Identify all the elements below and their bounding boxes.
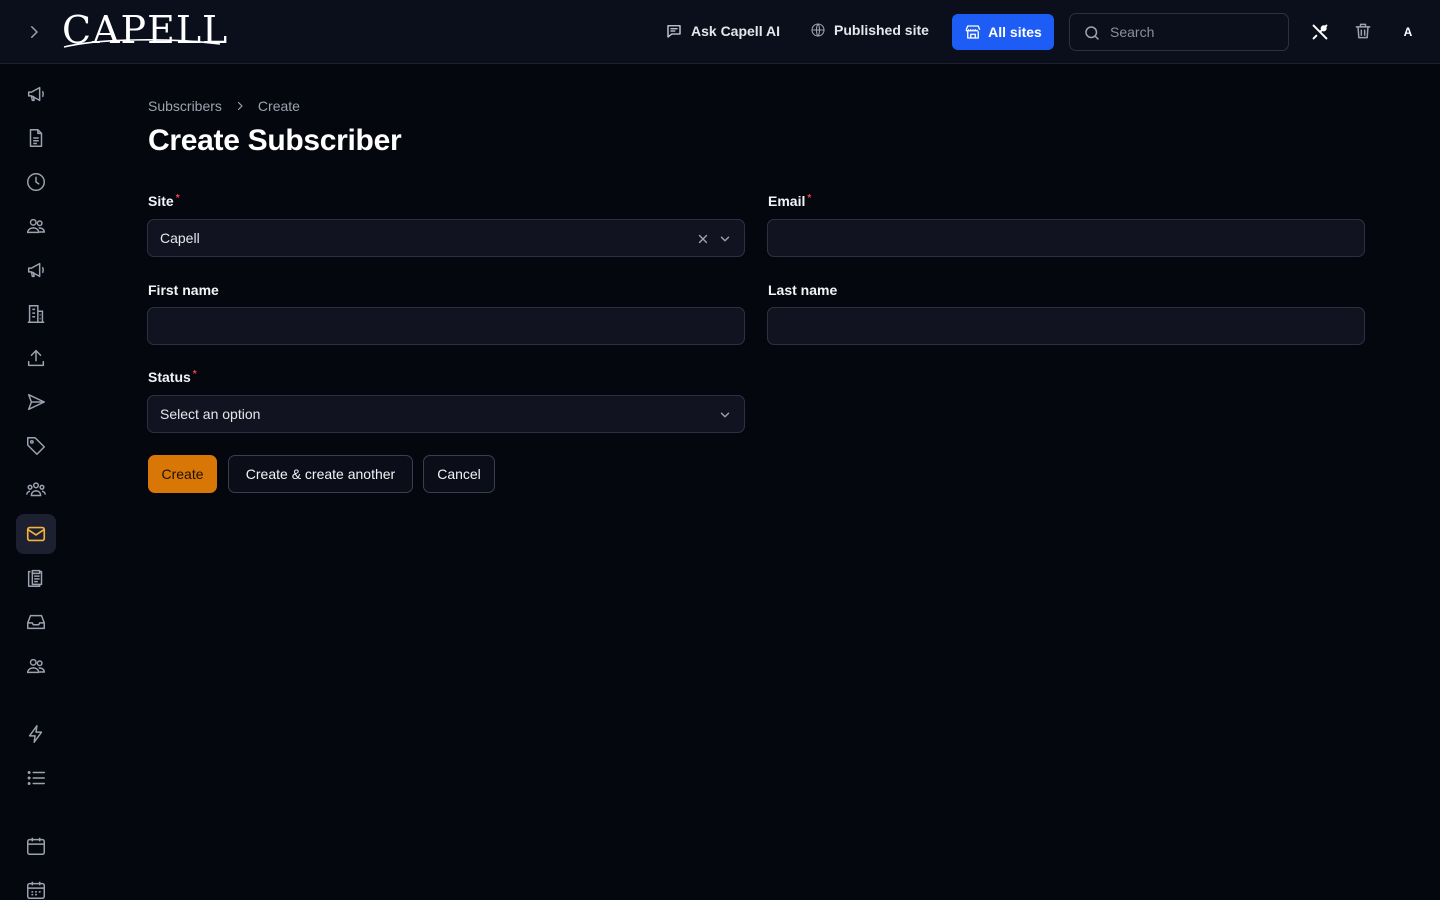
nav-history[interactable]	[16, 162, 56, 202]
breadcrumb-subscribers[interactable]: Subscribers	[148, 98, 222, 114]
nav-subscribers[interactable]	[16, 514, 56, 554]
first-name-label: First name	[148, 282, 219, 298]
tools-button[interactable]	[1309, 21, 1331, 43]
email-label-text: Email	[768, 193, 806, 209]
nav-announcements[interactable]	[16, 74, 56, 114]
nav-forms[interactable]	[16, 558, 56, 598]
published-site-link[interactable]: Published site	[810, 22, 929, 38]
site-label-text: Site	[148, 193, 174, 209]
site-select-value: Capell	[160, 230, 200, 246]
nav-calendar[interactable]	[16, 826, 56, 866]
inbox-icon	[27, 614, 45, 630]
clock-icon	[27, 173, 45, 191]
clear-icon[interactable]	[696, 232, 710, 246]
chevron-down-icon	[720, 236, 730, 242]
chevron-down-icon	[720, 412, 730, 418]
envelope-icon	[26, 526, 46, 542]
document-icon	[29, 129, 43, 147]
calendar-icon	[27, 837, 45, 855]
breadcrumb-create: Create	[257, 98, 300, 114]
nav-send[interactable]	[16, 382, 56, 422]
trash-icon	[1355, 23, 1371, 39]
users-icon	[27, 218, 45, 234]
first-name-field[interactable]	[147, 307, 745, 345]
nav-tags[interactable]	[16, 426, 56, 466]
global-search[interactable]	[1069, 13, 1289, 51]
storefront-icon	[965, 25, 981, 39]
logo-swoosh-icon	[63, 39, 221, 48]
last-name-label: Last name	[768, 282, 838, 298]
nav-campaigns[interactable]	[16, 250, 56, 290]
megaphone-icon	[27, 86, 44, 102]
chevron-right-icon	[31, 26, 38, 38]
last-name-field[interactable]	[767, 307, 1365, 345]
status-label-text: Status	[148, 369, 191, 385]
globe-icon	[811, 23, 825, 37]
sidebar	[0, 64, 72, 900]
trash-button[interactable]	[1353, 21, 1375, 43]
nav-pages[interactable]	[16, 118, 56, 158]
search-icon	[1085, 26, 1099, 40]
nav-groups[interactable]	[16, 470, 56, 510]
nav-events[interactable]	[16, 870, 56, 900]
nav-inbox[interactable]	[16, 602, 56, 642]
nav-users[interactable]	[16, 206, 56, 246]
calendar-days-icon	[27, 881, 45, 899]
email-field[interactable]	[767, 219, 1365, 257]
page-title: Create Subscriber	[148, 124, 402, 157]
cancel-button[interactable]: Cancel	[423, 455, 495, 493]
chevron-right-icon	[237, 101, 243, 111]
megaphone-icon	[27, 262, 44, 278]
ask-ai-link[interactable]: Ask Capell AI	[665, 22, 780, 40]
wrench-screwdriver-icon	[1312, 24, 1328, 40]
site-label: Site *	[148, 193, 180, 209]
status-label: Status *	[148, 369, 197, 385]
nav-uploads[interactable]	[16, 338, 56, 378]
bolt-icon	[28, 725, 43, 743]
search-input[interactable]	[1110, 24, 1270, 40]
create-another-button[interactable]: Create & create another	[228, 455, 413, 493]
expand-sidebar-button[interactable]	[20, 18, 48, 46]
site-select[interactable]: Capell	[147, 219, 745, 257]
email-label: Email *	[768, 193, 811, 209]
nav-lists[interactable]	[16, 758, 56, 798]
all-sites-label: All sites	[988, 24, 1042, 40]
all-sites-button[interactable]: All sites	[952, 14, 1054, 50]
send-icon	[27, 393, 45, 411]
status-select-placeholder: Select an option	[160, 406, 261, 422]
status-select[interactable]: Select an option	[147, 395, 745, 433]
nav-automations[interactable]	[16, 714, 56, 754]
user-avatar[interactable]: A	[1396, 20, 1420, 44]
breadcrumb: Subscribers Create	[148, 97, 300, 115]
top-bar: CAPELL Ask Capell AI Published site All …	[0, 0, 1440, 64]
required-mark: *	[807, 193, 812, 204]
user-group-icon	[26, 482, 46, 497]
list-icon	[27, 771, 45, 785]
chat-icon	[667, 25, 681, 38]
nav-members[interactable]	[16, 646, 56, 686]
clipboard-icon	[27, 569, 43, 587]
required-mark: *	[175, 193, 180, 204]
users-icon	[27, 658, 45, 674]
tag-icon	[27, 437, 45, 455]
ask-ai-label: Ask Capell AI	[691, 23, 780, 39]
required-mark: *	[192, 369, 197, 380]
create-button[interactable]: Create	[148, 455, 217, 493]
building-icon	[27, 305, 45, 323]
upload-icon	[27, 349, 45, 367]
published-site-label: Published site	[834, 22, 929, 38]
nav-organizations[interactable]	[16, 294, 56, 334]
